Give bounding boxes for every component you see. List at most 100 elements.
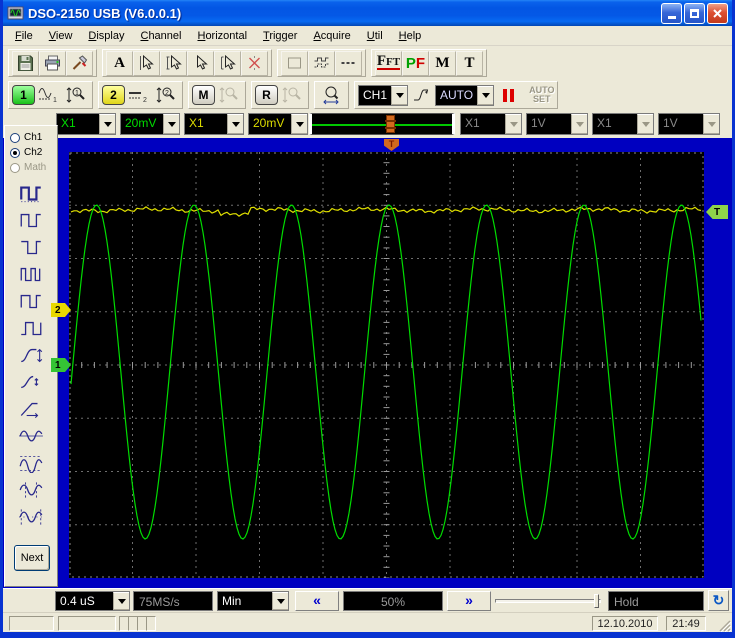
menu-item-trigger[interactable]: Trigger (255, 28, 305, 44)
measure-button-list (5, 179, 57, 530)
status-bar: 12.10.2010 21:49 (3, 612, 732, 632)
save-button[interactable] (12, 50, 39, 76)
menu-bar: File View Display Channel Horizontal Trigger A… (3, 26, 732, 46)
ch2-level-marker[interactable]: 2 (51, 303, 71, 317)
trigger-slope-button[interactable] (408, 82, 436, 108)
trigger-mode-combo[interactable]: AUTO (435, 84, 495, 106)
track-cursor-button[interactable] (214, 50, 241, 76)
menu-item-horizontal[interactable]: Horizontal (189, 28, 255, 44)
math-channel-button[interactable]: M (192, 85, 215, 105)
refresh-button[interactable]: ↻ (708, 590, 729, 611)
scroll-right-icon: » (465, 592, 473, 608)
ref-vertical-zoom-button (278, 82, 305, 108)
measure-sidebar: Ch1 Ch2 Math Next (4, 125, 58, 587)
slew-rate-icon (20, 402, 39, 418)
horizontal-cursor-button[interactable] (160, 50, 187, 76)
trigger-mode-dropdown-icon[interactable] (477, 85, 494, 105)
waveform-style-button[interactable] (308, 50, 335, 76)
ch1-volts-combo[interactable]: 20mV (120, 113, 180, 135)
maximize-button[interactable] (684, 2, 705, 24)
cycle-markers-button[interactable] (7, 503, 55, 530)
minimize-button[interactable] (661, 2, 682, 24)
ch2-enable-button[interactable]: 2 (102, 85, 125, 105)
radio-math: Math (5, 160, 57, 175)
clear-cursors-button[interactable] (241, 50, 268, 76)
track-cursor-icon (221, 55, 236, 70)
ch2-volts-combo[interactable]: 20mV (248, 113, 308, 135)
scroll-left-button[interactable]: « (295, 591, 339, 611)
menu-item-channel[interactable]: Channel (132, 28, 189, 44)
refresh-icon: ↻ (712, 592, 725, 608)
vertical-cursor-button[interactable] (133, 50, 160, 76)
amplitude-button[interactable] (7, 449, 55, 476)
trigger-source-combo[interactable]: CH1 (358, 84, 409, 106)
clear-cursors-icon (249, 56, 260, 70)
math-vertical-zoom-icon (219, 87, 238, 103)
horizontal-zoom-button[interactable] (318, 82, 345, 108)
rms-button[interactable] (7, 476, 55, 503)
status-pane-1 (9, 616, 54, 631)
position-slider-thumb[interactable] (594, 594, 599, 608)
slew-rate-button[interactable] (7, 395, 55, 422)
fft-button[interactable]: FFT (375, 50, 402, 76)
menu-item-acquire[interactable]: Acquire (305, 28, 358, 44)
grid-button[interactable] (281, 50, 308, 76)
next-button[interactable]: Next (14, 545, 50, 571)
trigger-source-dropdown-icon[interactable] (391, 85, 408, 105)
radio-ch2[interactable]: Ch2 (5, 145, 57, 160)
pulse-train-button[interactable] (7, 260, 55, 287)
interpolation-combo[interactable]: Min (217, 591, 289, 611)
radio-ch1[interactable]: Ch1 (5, 130, 57, 145)
rise-time-button[interactable] (7, 341, 55, 368)
fft-icon: FFT (376, 53, 401, 70)
math-volts-combo: 1V (526, 113, 588, 135)
pos-pulse-width-button[interactable] (7, 287, 55, 314)
radio-ch1-icon[interactable] (10, 132, 20, 143)
radio-ch2-icon[interactable] (10, 147, 20, 158)
trigger-position-marker[interactable]: T (384, 139, 399, 151)
trigger-position-thumb[interactable] (385, 115, 396, 133)
pause-button[interactable] (500, 86, 517, 105)
menu-item-util[interactable]: Util (359, 28, 391, 44)
grid-icon (288, 57, 301, 69)
text-tool-button[interactable]: A (106, 50, 133, 76)
ch1-level-marker[interactable]: 1 (51, 358, 71, 372)
ch2-vertical-zoom-button[interactable]: 2 (152, 82, 179, 108)
fall-time-button[interactable] (7, 368, 55, 395)
frequency-button[interactable] (7, 206, 55, 233)
resize-grip[interactable] (718, 619, 731, 632)
ch1-waveform-button[interactable]: 1 (35, 82, 62, 108)
print-button[interactable] (39, 50, 66, 76)
pass-fail-button[interactable]: PF (402, 50, 429, 76)
menu-item-help[interactable]: Help (391, 28, 430, 44)
ch1-enable-button[interactable]: 1 (12, 85, 35, 105)
display-area: Ch1 Ch2 Math Next T 2 1 T (3, 125, 732, 588)
period-button[interactable] (7, 179, 55, 206)
scope-screen (69, 152, 704, 578)
position-slider[interactable] (495, 594, 601, 608)
timebase-combo[interactable]: 0.4 uS (55, 591, 130, 611)
time-button[interactable]: T (456, 50, 483, 76)
status-pane-2 (58, 616, 116, 631)
trigger-level-marker[interactable]: T (706, 205, 728, 219)
ch1-vertical-zoom-button[interactable]: 1 (62, 82, 89, 108)
menu-item-display[interactable]: Display (80, 28, 132, 44)
dotted-display-button[interactable] (335, 50, 362, 76)
menu-item-file[interactable]: File (7, 28, 41, 44)
menu-item-view[interactable]: View (41, 28, 81, 44)
close-button[interactable] (707, 2, 728, 24)
ch2-waveform-button[interactable]: 2 (125, 82, 152, 108)
math-button[interactable]: M (429, 50, 456, 76)
scroll-right-button[interactable]: » (447, 591, 491, 611)
ch1-probe-combo[interactable]: X1 (56, 113, 116, 135)
trigger-position-slider[interactable] (309, 113, 455, 135)
neg-pulse-width-button[interactable] (7, 314, 55, 341)
duty-cycle-button[interactable] (7, 233, 55, 260)
arrow-cursor-button[interactable] (187, 50, 214, 76)
print-icon (45, 55, 60, 71)
mean-value-button[interactable] (7, 422, 55, 449)
ch2-probe-combo[interactable]: X1 (184, 113, 244, 135)
ref-channel-button[interactable]: R (255, 85, 278, 105)
settings-button[interactable] (66, 50, 93, 76)
channel-toolbar: 1 1 1 2 2 2 M R CH1 AUTO AUTO SET (3, 79, 732, 111)
